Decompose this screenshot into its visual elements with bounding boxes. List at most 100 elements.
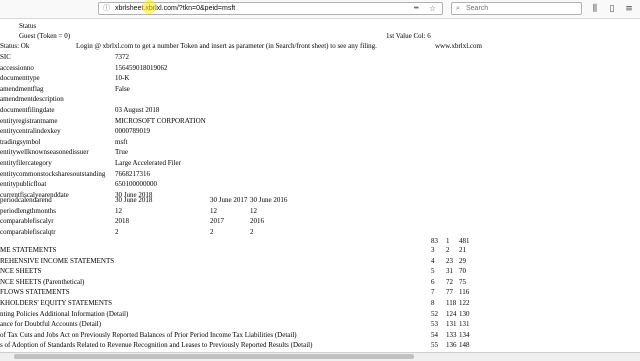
statement-link[interactable]: nting Policies Additional Information (D…	[0, 310, 128, 318]
statement-link[interactable]: FLOWS STATEMENTS	[0, 288, 70, 296]
field-value: 650100000000	[115, 180, 157, 189]
statement-link[interactable]: ance for Doubtful Accounts (Detail)	[0, 320, 101, 328]
search-icon: ⌕	[456, 5, 460, 12]
browser-toolbar: ⓘ xbrlsheet.xbrlxl.com/?tkn=0&peid=msft …	[0, 0, 640, 19]
scroll-thumb[interactable]	[14, 354, 414, 359]
statement-col-c: 70	[459, 267, 466, 276]
period-col-1: 12	[115, 206, 122, 215]
library-icon[interactable]: ⫼	[589, 3, 601, 15]
count-a: 83	[431, 237, 438, 245]
statement-col-b: 131	[446, 320, 457, 329]
statement-col-c: 131	[459, 320, 470, 329]
period-key: periodcalendarend	[0, 196, 52, 204]
period-col-2: 2	[210, 227, 214, 236]
field-key: documenttype	[0, 74, 40, 83]
statement-col-c: 75	[459, 277, 466, 286]
period-col-3: 12	[250, 206, 257, 215]
field-key: entityfilercategory	[0, 159, 52, 167]
period-col-1: 2	[115, 227, 119, 236]
field-value: Large Accelerated Filer	[115, 159, 181, 167]
period-col-1: 30 June 2018	[115, 196, 153, 204]
statement-link[interactable]: of Tax Cuts and Jobs Act on Previously R…	[0, 331, 297, 339]
site-link[interactable]: www.xbrlxl.com	[435, 42, 482, 50]
statement-col-c: 130	[459, 309, 470, 318]
bookmark-star-icon[interactable]: ☆	[429, 3, 436, 14]
status-ok: Status: Ok	[0, 42, 30, 50]
url-text[interactable]: xbrlsheet.xbrlxl.com/?tkn=0&peid=msft	[115, 3, 235, 14]
period-col-3: 2	[250, 227, 254, 236]
field-value: 7372	[115, 53, 129, 61]
statement-col-c: 116	[459, 288, 470, 297]
statement-col-a: 52	[431, 309, 438, 318]
sidebar-icon[interactable]: ▯	[606, 3, 618, 15]
field-value: 03 August 2018	[115, 106, 160, 114]
value-col-text: 1st Value Col: 6	[386, 32, 431, 40]
field-value: 10-K	[115, 74, 130, 83]
more-icon[interactable]: •••	[414, 3, 419, 14]
statement-col-b: 118	[446, 299, 457, 307]
statement-col-b: 31	[446, 267, 453, 276]
statement-col-a: 54	[431, 330, 438, 339]
statement-col-b: 72	[446, 277, 453, 286]
statement-col-a: 5	[431, 267, 435, 276]
statement-col-a: 55	[431, 341, 438, 350]
field-key: entitycommonstocksharesoutstanding	[0, 169, 106, 178]
statement-col-a: 8	[431, 299, 435, 307]
search-placeholder: Search	[466, 5, 489, 12]
field-value: MICROSOFT CORPORATION	[115, 116, 206, 125]
period-key: comparablefiscalqtr	[0, 227, 56, 236]
menu-icon[interactable]: ≡	[623, 3, 635, 15]
statement-link[interactable]: KHOLDERS' EQUITY STATEMENTS	[0, 299, 112, 307]
statement-col-b: 133	[446, 330, 457, 339]
statement-col-a: 6	[431, 277, 435, 286]
field-value: 0000789019	[115, 127, 150, 136]
field-key: entitycentralindexkey	[0, 127, 61, 136]
statement-link[interactable]: NCE SHEETS	[0, 267, 41, 275]
period-col-2: 2017	[210, 217, 224, 226]
period-col-3: 2016	[250, 217, 264, 226]
statement-link[interactable]: NCE SHEETS (Parenthetical)	[0, 278, 84, 286]
statement-col-b: 124	[446, 309, 457, 318]
period-col-2: 30 June 2017	[210, 196, 248, 204]
field-value: 7668217316	[115, 169, 150, 178]
period-col-1: 2018	[115, 217, 129, 226]
statement-col-c: 134	[459, 330, 470, 339]
statement-col-a: 7	[431, 288, 435, 297]
field-value: True	[115, 148, 128, 157]
field-key: accessionno	[0, 63, 34, 72]
search-input[interactable]: ⌕ Search	[451, 2, 582, 15]
period-key: comparablefiscalyr	[0, 217, 54, 226]
statement-col-b: 23	[446, 256, 453, 265]
statement-col-c: 21	[459, 246, 466, 254]
field-key: entitypublicfloat	[0, 180, 47, 189]
field-key: entityregistrantname	[0, 116, 58, 125]
period-key: periodlengthmonths	[0, 206, 56, 215]
field-value: False	[115, 84, 130, 93]
field-key: tradingsymbol	[0, 137, 41, 146]
statement-link[interactable]: ME STATEMENTS	[0, 246, 56, 254]
field-key: entitywellknownseasonedissuer	[0, 148, 89, 157]
guest-text: Guest (Token = 0)	[19, 32, 71, 40]
field-value: 156459018019062	[115, 63, 168, 72]
field-value: msft	[115, 137, 128, 146]
cursor-highlight	[142, 0, 156, 14]
statement-col-a: 4	[431, 256, 435, 265]
field-key: amendmentdescription	[0, 95, 64, 104]
statement-col-c: 29	[459, 256, 466, 265]
period-col-2: 12	[210, 206, 217, 215]
statement-col-c: 122	[459, 299, 470, 307]
field-key: documentfilingdate	[0, 106, 55, 114]
statement-col-a: 53	[431, 320, 438, 329]
status-label: Status	[19, 22, 37, 30]
statement-col-a: 3	[431, 246, 435, 254]
statement-link[interactable]: s of Adoption of Standards Related to Re…	[0, 341, 312, 349]
field-key: amendmentflag	[0, 84, 44, 93]
statement-col-b: 2	[446, 246, 450, 254]
statement-col-b: 77	[446, 288, 453, 297]
info-icon[interactable]: ⓘ	[103, 3, 110, 14]
statement-link[interactable]: REHENSIVE INCOME STATEMENTS	[0, 257, 114, 265]
statement-col-b: 136	[446, 341, 457, 350]
statement-col-c: 148	[459, 341, 470, 350]
field-key: SIC	[0, 53, 11, 61]
count-c: 481	[459, 237, 470, 245]
